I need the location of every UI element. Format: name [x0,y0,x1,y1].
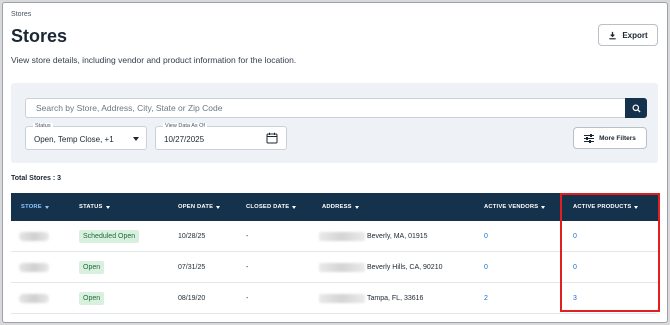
table-row[interactable]: Open 07/31/25 - Beverly Hills, CA, 90210… [11,252,658,283]
sort-icon [354,205,359,209]
search-input[interactable] [25,98,625,118]
sliders-icon [584,133,595,143]
column-header-label: ACTIVE PRODUCTS [573,204,632,210]
table-header: STORE STATUS OPEN DATE CLOSED DATE ADDRE… [11,193,658,221]
filter-panel: Status Open, Temp Close, +1 View Data As… [11,83,658,163]
column-header-address[interactable]: ADDRESS [322,193,359,221]
more-filters-button[interactable]: More Filters [573,127,647,149]
page-subtitle: View store details, including vendor and… [11,55,297,65]
sort-icon [634,205,639,209]
view-date-label: View Data As Of [163,123,207,129]
status-select[interactable]: Status Open, Temp Close, +1 [25,123,147,150]
column-header-store[interactable]: STORE [21,193,49,221]
active-vendors-link[interactable]: 0 [484,233,488,240]
sort-icon [541,205,546,209]
column-header-label: STORE [21,204,42,210]
address-text: Beverly Hills, CA, 90210 [367,264,443,271]
closed-date: - [246,233,249,240]
address-text: Beverly, MA, 01915 [367,233,428,240]
table-row[interactable]: Open 08/19/20 - Tampa, FL, 33616 2 3 [11,283,658,314]
address-text: Tampa, FL, 33616 [367,295,424,302]
app-window: Stores Stores View store details, includ… [2,2,668,323]
redacted-text [319,232,365,241]
redacted-text [319,294,365,303]
redacted-text [19,232,49,241]
address: Beverly, MA, 01915 [319,221,428,252]
column-header-label: ACTIVE VENDORS [484,204,539,210]
chevron-down-icon [133,137,139,141]
open-date: 10/28/25 [178,233,206,240]
status-badge: Scheduled Open [79,230,140,243]
calendar-icon[interactable] [266,132,278,144]
column-header-status[interactable]: STATUS [79,193,110,221]
more-filters-label: More Filters [599,134,636,142]
column-header-open-date[interactable]: OPEN DATE [178,193,221,221]
column-header-label: ADDRESS [322,204,352,210]
status-select-value: Open, Temp Close, +1 [34,135,114,144]
store-name-redacted[interactable] [19,221,49,252]
store-name-redacted[interactable] [19,283,49,314]
sort-icon [44,205,49,209]
search-icon [631,103,641,113]
view-date-value: 10/27/2025 [164,135,205,144]
breadcrumb[interactable]: Stores [11,11,31,18]
status-badge: Open [79,261,105,274]
table-row[interactable]: Scheduled Open 10/28/25 - Beverly, MA, 0… [11,221,658,252]
active-products-link[interactable]: 3 [573,295,577,302]
closed-date: - [246,264,249,271]
sort-icon [105,205,110,209]
total-stores: Total Stores : 3 [11,175,62,182]
closed-date: - [246,295,249,302]
export-label: Export [622,30,648,40]
column-header-label: OPEN DATE [178,204,214,210]
page-title: Stores [11,26,68,46]
download-icon [609,31,616,39]
column-header-closed-date[interactable]: CLOSED DATE [246,193,297,221]
address: Tampa, FL, 33616 [319,283,423,314]
address: Beverly Hills, CA, 90210 [319,252,442,283]
view-date-field[interactable]: View Data As Of 10/27/2025 [155,123,287,150]
search-button[interactable] [625,98,647,118]
status-badge: Open [79,292,105,305]
stores-table: STORE STATUS OPEN DATE CLOSED DATE ADDRE… [11,193,658,314]
column-header-label: CLOSED DATE [246,204,290,210]
redacted-text [19,294,49,303]
active-vendors-link[interactable]: 0 [484,264,488,271]
open-date: 07/31/25 [178,264,206,271]
active-vendors-link[interactable]: 2 [484,295,488,302]
redacted-text [19,263,49,272]
active-products-link[interactable]: 0 [573,233,577,240]
status-select-label: Status [33,123,53,129]
open-date: 08/19/20 [178,295,206,302]
sort-icon [216,205,221,209]
sort-icon [292,205,297,209]
export-button[interactable]: Export [598,24,658,46]
redacted-text [319,263,365,272]
active-products-link[interactable]: 0 [573,264,577,271]
column-header-label: STATUS [79,204,103,210]
store-name-redacted[interactable] [19,252,49,283]
column-header-active-products[interactable]: ACTIVE PRODUCTS [573,193,639,221]
column-header-active-vendors[interactable]: ACTIVE VENDORS [484,193,546,221]
